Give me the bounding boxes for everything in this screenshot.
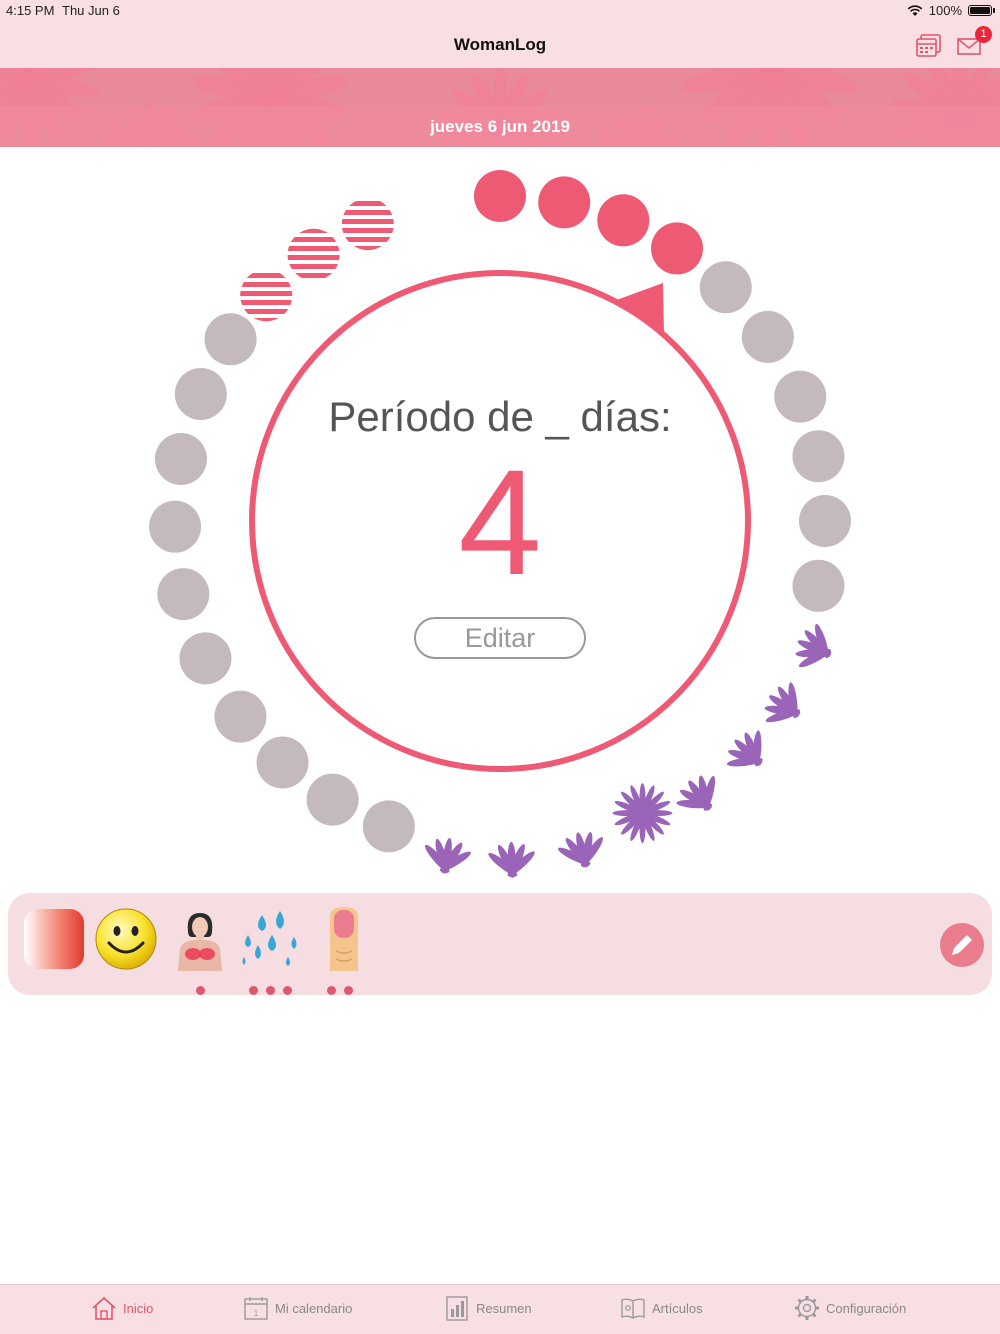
tab-label: Resumen [476, 1300, 532, 1316]
cycle-day[interactable] [774, 370, 827, 423]
app-title: WomanLog [453, 35, 547, 54]
home-icon [92, 1296, 116, 1320]
message-count-badge: 1 [975, 26, 992, 43]
symptoms-panel [8, 893, 992, 995]
fertile-day[interactable] [717, 721, 779, 784]
tab-mi-calendario[interactable]: 1 Mi calendario [243, 1295, 352, 1321]
calendar-icon: 1 [244, 1297, 268, 1320]
edit-symptoms-button[interactable] [940, 923, 984, 967]
predicted-period-day[interactable] [287, 228, 340, 281]
cycle-day[interactable] [149, 500, 202, 553]
period-day[interactable] [538, 176, 591, 229]
calendar-stack-icon [916, 34, 941, 57]
predicted-period-day[interactable] [341, 198, 394, 251]
nail-icon[interactable] [312, 907, 376, 995]
articles-icon [621, 1298, 645, 1319]
tab-label: Artículos [652, 1300, 703, 1316]
current-date[interactable]: jueves 6 jun 2019 [0, 117, 1000, 137]
cycle-day[interactable] [741, 310, 794, 363]
cycle-day[interactable] [362, 800, 415, 853]
intensity-dots [327, 986, 353, 995]
cycle-day[interactable] [306, 773, 359, 826]
cycle-wheel: Período de _ días: 4 Editar [0, 147, 1000, 887]
status-bar: 4:15 PM Thu Jun 6 100% [0, 0, 1000, 22]
cycle-day[interactable] [699, 261, 752, 314]
wifi-icon [907, 4, 923, 16]
status-indicators: 100% [907, 3, 995, 18]
report-icon [446, 1296, 468, 1321]
intensity-dots [196, 986, 205, 995]
fertile-day[interactable] [668, 766, 731, 826]
cycle-day[interactable] [174, 368, 227, 421]
tab-bar: Inicio 1 Mi calendario Resumen Artículos [0, 1284, 1000, 1334]
intensity-dots [249, 986, 292, 995]
tab-label: Mi calendario [275, 1300, 353, 1316]
tab-resumen[interactable]: Resumen [444, 1295, 532, 1321]
messages-button[interactable]: 1 [955, 26, 992, 60]
cycle-day[interactable] [792, 559, 845, 612]
today-marker [611, 283, 664, 333]
fertile-day[interactable] [755, 674, 814, 737]
smiley-mood-icon[interactable] [94, 907, 158, 971]
edit-period-button[interactable]: Editar [414, 617, 586, 659]
ovulation-day[interactable] [612, 783, 673, 844]
fertile-day[interactable] [553, 826, 612, 874]
period-length-value: 4 [458, 438, 542, 606]
battery-icon [968, 5, 995, 16]
cycle-day[interactable] [256, 736, 309, 789]
battery-percent: 100% [928, 3, 962, 18]
breast-tenderness-icon[interactable] [168, 907, 232, 995]
cycle-day[interactable] [792, 430, 845, 483]
gear-icon [795, 1296, 819, 1320]
date-banner: jueves 6 jun 2019 [0, 68, 1000, 147]
menstrual-flow-icon[interactable] [22, 907, 86, 971]
cycle-day[interactable] [157, 568, 210, 621]
status-time: 4:15 PM [6, 3, 55, 18]
status-date: Thu Jun 6 [62, 3, 120, 18]
fertile-day[interactable] [788, 618, 842, 679]
fertile-day[interactable] [486, 841, 538, 880]
tab-label: Inicio [123, 1300, 154, 1316]
svg-text:1: 1 [254, 1309, 259, 1318]
period-length-label: Período de _ días: [328, 393, 672, 440]
cycle-day[interactable] [179, 632, 232, 685]
calendar-list-button[interactable] [914, 30, 944, 60]
cycle-day[interactable] [204, 313, 257, 366]
predicted-period-day[interactable] [240, 269, 293, 322]
tab-articulos[interactable]: Artículos [620, 1295, 703, 1321]
cycle-day[interactable] [799, 495, 851, 547]
cycle-day[interactable] [214, 690, 267, 743]
period-day[interactable] [597, 194, 650, 247]
fertile-day[interactable] [419, 834, 475, 879]
tab-inicio[interactable]: Inicio [91, 1295, 153, 1321]
water-drops-icon[interactable] [238, 907, 302, 995]
navigation-bar: WomanLog 1 [0, 22, 1000, 68]
period-day[interactable] [474, 170, 526, 222]
period-day[interactable] [651, 222, 704, 275]
tab-configuracion[interactable]: Configuración [794, 1295, 906, 1321]
pencil-icon [952, 935, 972, 955]
tab-label: Configuración [826, 1300, 907, 1316]
cycle-day[interactable] [154, 432, 207, 485]
